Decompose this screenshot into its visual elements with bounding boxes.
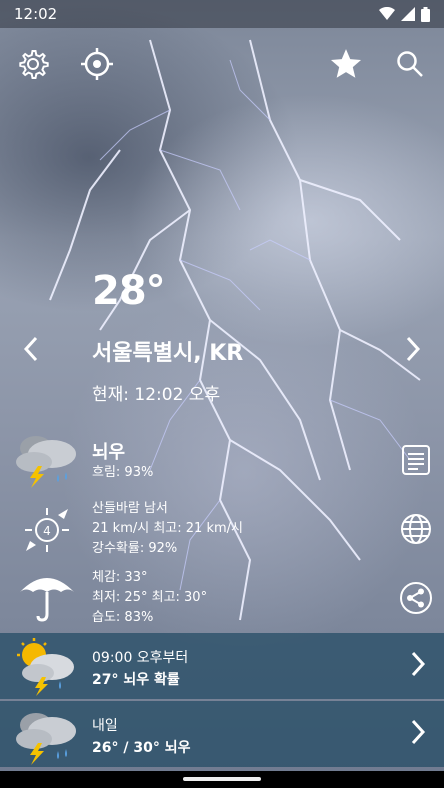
previous-location-button[interactable] <box>16 331 46 367</box>
min-max-temperature: 최저: 25° 최고: 30° <box>92 590 208 605</box>
forecast-row-tomorrow[interactable]: 내일 26° / 30° 뇌우 <box>0 701 444 767</box>
search-icon <box>397 51 423 77</box>
chevron-left-icon <box>23 336 38 362</box>
settings-button[interactable] <box>13 44 53 84</box>
cloud-cover: 흐림: 93% <box>92 465 154 480</box>
wind-badge: 4 <box>43 524 51 538</box>
thunderstorm-icon <box>16 436 76 488</box>
forecast-tomorrow-summary: 26° / 30° 뇌우 <box>92 740 191 756</box>
chevron-right-icon <box>411 719 426 745</box>
share-button[interactable] <box>398 580 434 616</box>
status-time: 12:02 <box>14 5 58 23</box>
share-icon <box>400 582 432 614</box>
current-temperature: 28° <box>92 268 166 314</box>
globe-button[interactable] <box>398 511 434 547</box>
humidity: 습도: 83% <box>92 610 154 625</box>
location-button[interactable] <box>77 44 117 84</box>
chevron-right-icon <box>411 651 426 677</box>
current-time-label: 현재: 12:02 오후 <box>92 385 221 405</box>
wind-speed: 21 km/시 최고: 21 km/시 <box>92 521 243 536</box>
battery-icon <box>421 6 430 22</box>
condition-title: 뇌우 <box>92 442 126 463</box>
navigation-bar <box>0 771 444 788</box>
status-icons <box>379 6 430 22</box>
wifi-icon <box>379 7 395 20</box>
wind-direction: 산들바람 남서 <box>92 501 168 516</box>
gear-icon <box>19 50 49 79</box>
wind-direction-icon: 4 <box>25 508 69 552</box>
forecast-tonight-time: 09:00 오후부터 <box>92 650 189 666</box>
star-icon <box>330 49 362 78</box>
document-icon <box>402 445 430 475</box>
umbrella-icon <box>20 578 74 622</box>
status-bar: 12:02 <box>0 0 444 28</box>
precipitation-chance: 강수확률: 92% <box>92 541 178 556</box>
globe-icon <box>401 514 431 544</box>
crosshair-location-icon <box>81 48 113 80</box>
details-button[interactable] <box>398 442 434 478</box>
sun-cloud-thunder-icon <box>17 638 74 696</box>
home-gesture-handle[interactable] <box>183 777 261 781</box>
toolbar <box>0 44 444 90</box>
next-location-button[interactable] <box>398 331 428 367</box>
signal-icon <box>401 7 415 21</box>
feels-like: 체감: 33° <box>92 570 148 585</box>
search-button[interactable] <box>390 44 430 84</box>
thunderstorm-icon <box>16 713 76 765</box>
forecast-row-tonight[interactable]: 09:00 오후부터 27° 뇌우 확률 <box>0 633 444 699</box>
forecast-tomorrow-label: 내일 <box>92 718 118 734</box>
city-name: 서울특별시, KR <box>92 341 244 366</box>
forecast-tonight-summary: 27° 뇌우 확률 <box>92 672 180 688</box>
chevron-right-icon <box>406 336 421 362</box>
favorite-button[interactable] <box>326 44 366 84</box>
